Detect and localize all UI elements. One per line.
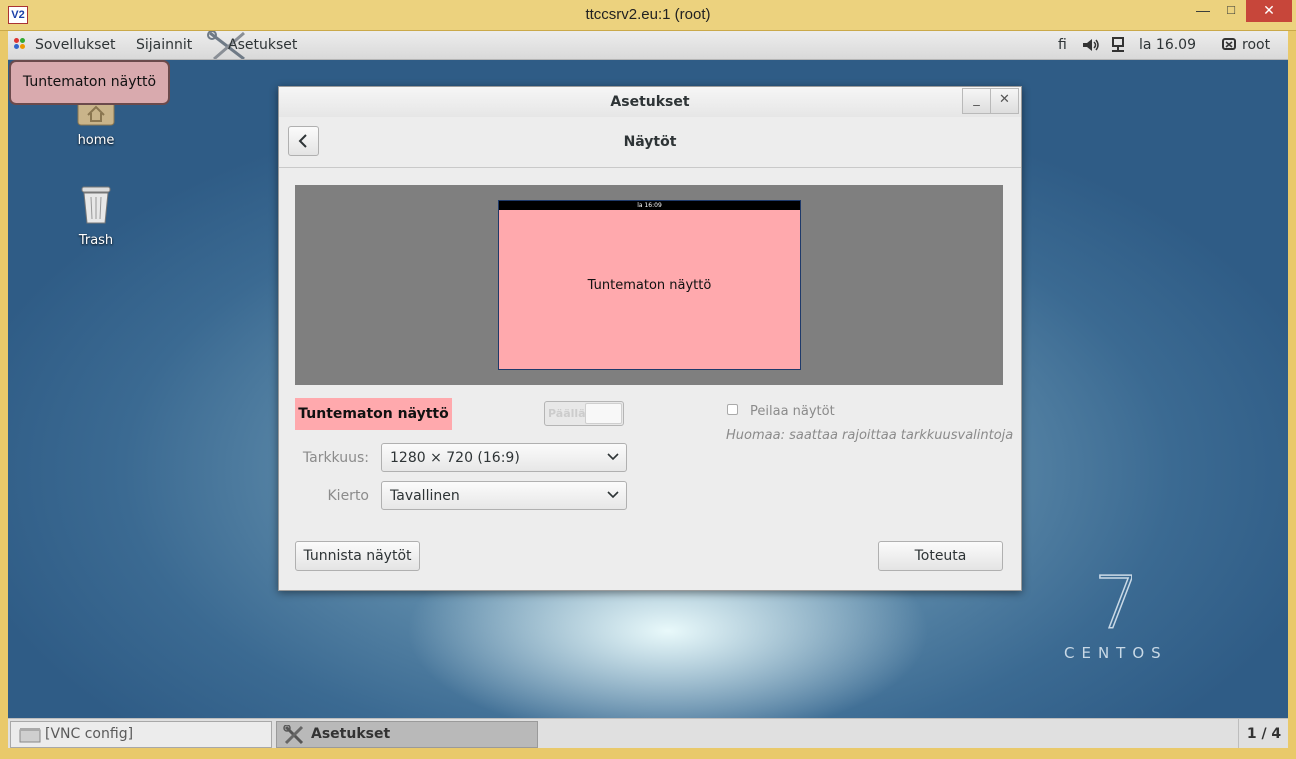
trash-icon [81, 186, 111, 224]
toggle-label: Päällä [548, 407, 586, 420]
dialog-title: Asetukset [610, 94, 690, 110]
desktop-icon-trash[interactable]: Trash [72, 181, 120, 248]
resolution-combo[interactable]: 1280 × 720 (16:9) [381, 443, 627, 472]
user-menu[interactable]: root [1242, 37, 1270, 53]
svg-text:7: 7 [1094, 566, 1132, 636]
vnc-minimize-button[interactable]: — [1190, 0, 1216, 22]
vnc-window-icon [19, 728, 41, 743]
dialog-header: Näytöt [279, 117, 1021, 168]
workspace-switcher[interactable]: 1 / 4 [1238, 719, 1288, 748]
rotation-value: Tavallinen [390, 488, 460, 504]
settings-dialog: Asetukset _ ✕ Näytöt la 16:09 Tuntematon… [278, 86, 1022, 591]
remote-desktop: Sovellukset Sijainnit Asetukset fi la 16… [8, 31, 1288, 748]
detect-displays-button[interactable]: Tunnista näytöt [295, 541, 420, 571]
taskbar-item-label: [VNC config] [45, 726, 134, 742]
desktop-icon-label: home [77, 133, 115, 148]
taskbar-item-label: Asetukset [311, 726, 391, 742]
chevron-down-icon [607, 453, 619, 461]
bottom-panel: [VNC config] Asetukset 1 / 4 [8, 718, 1288, 748]
desktop-icon-label: Trash [78, 233, 114, 248]
applications-icon [14, 38, 26, 50]
centos-version-mark: 7 [1093, 566, 1132, 636]
vnc-close-button[interactable]: ✕ [1246, 0, 1292, 22]
chevron-down-icon [607, 491, 619, 499]
display-power-toggle[interactable]: Päällä [544, 401, 624, 426]
mirror-displays-label: Peilaa näytöt [750, 404, 835, 419]
mirror-displays-checkbox[interactable] [727, 404, 738, 415]
gnome-top-panel: Sovellukset Sijainnit Asetukset fi la 16… [8, 31, 1288, 60]
centos-wordmark: CENTOS [1064, 644, 1168, 662]
dialog-titlebar[interactable]: Asetukset _ ✕ [279, 87, 1021, 117]
settings-tools-icon [283, 725, 304, 745]
monitor-preview[interactable]: la 16:09 Tuntematon näyttö [498, 200, 801, 370]
user-menu-icon [1222, 38, 1236, 50]
taskbar-item-vnc-config[interactable]: [VNC config] [10, 721, 272, 748]
applications-menu[interactable]: Sovellukset [35, 37, 116, 53]
taskbar-item-settings[interactable]: Asetukset [276, 721, 538, 748]
network-wired-icon[interactable] [1111, 37, 1125, 53]
places-menu[interactable]: Sijainnit [136, 37, 192, 53]
rotation-label: Kierto [327, 488, 370, 504]
display-name-label: Tuntematon näyttö [295, 398, 452, 430]
clock[interactable]: la 16.09 [1139, 37, 1196, 53]
display-identify-popup: Tuntematon näyttö [9, 60, 170, 105]
vnc-window-titlebar[interactable]: V2 ttccsrv2.eu:1 (root) — □ ✕ [0, 0, 1296, 31]
toggle-knob [585, 403, 622, 424]
display-arrangement-preview: la 16:09 Tuntematon näyttö [295, 185, 1003, 385]
resolution-label: Tarkkuus: [302, 450, 369, 466]
active-app-menu[interactable]: Asetukset [228, 37, 297, 53]
monitor-preview-label: Tuntematon näyttö [587, 278, 712, 293]
monitor-preview-topbar: la 16:09 [499, 201, 800, 210]
rotation-combo[interactable]: Tavallinen [381, 481, 627, 510]
input-language-indicator[interactable]: fi [1058, 37, 1067, 53]
volume-icon[interactable] [1082, 38, 1100, 52]
vnc-maximize-button[interactable]: □ [1218, 0, 1244, 22]
apply-button[interactable]: Toteuta [878, 541, 1003, 571]
vnc-window-title: ttccsrv2.eu:1 (root) [585, 6, 711, 23]
mirror-note: Huomaa: saattaa rajoittaa tarkkuusvalint… [726, 428, 1014, 443]
resolution-value: 1280 × 720 (16:9) [390, 450, 520, 466]
dialog-close-button[interactable]: ✕ [990, 88, 1019, 114]
page-title: Näytöt [623, 134, 677, 150]
dialog-minimize-button[interactable]: _ [962, 88, 991, 114]
